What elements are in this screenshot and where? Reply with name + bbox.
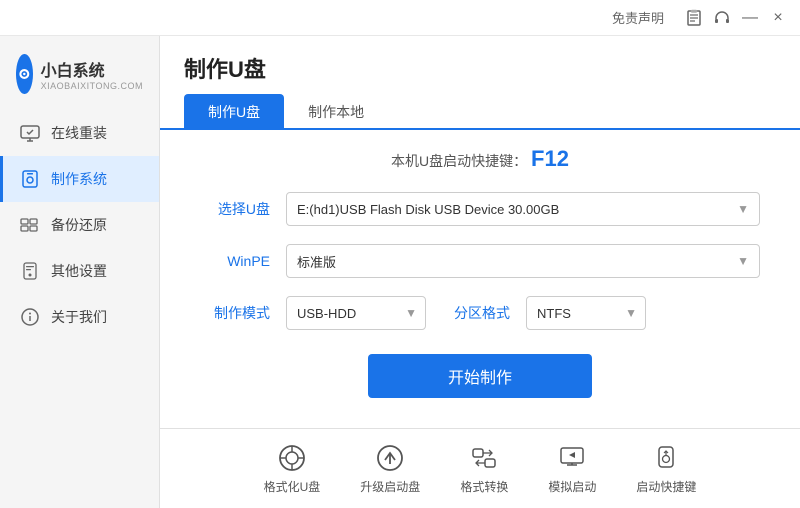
partition-label: 分区格式 xyxy=(450,303,510,323)
mode-group: 制作模式 USB-HDD ▼ xyxy=(200,296,426,330)
boot-shortcut-icon xyxy=(650,442,682,474)
other-settings-icon xyxy=(19,260,41,282)
mode-partition-row: 制作模式 USB-HDD ▼ 分区格式 NTFS ▼ xyxy=(200,296,760,330)
usb-select-value: E:(hd1)USB Flash Disk USB Device 30.00GB xyxy=(297,202,749,217)
sidebar-item-other-settings-label: 其他设置 xyxy=(51,261,107,281)
sidebar-item-other-settings[interactable]: 其他设置 xyxy=(0,248,159,294)
page-header: 制作U盘 xyxy=(160,36,800,92)
winpe-dropdown[interactable]: 标准版 ▼ xyxy=(286,244,760,278)
app-body: 小白系统 XIAOBAIXITONG.COM 在线重装 xyxy=(0,36,800,508)
toolbar-upgrade-boot[interactable]: 升级启动盘 xyxy=(360,442,420,495)
sidebar-item-online-reinstall-label: 在线重装 xyxy=(51,123,107,143)
headset-icon[interactable] xyxy=(708,4,736,32)
mode-value: USB-HDD xyxy=(297,306,356,321)
toolbar-format-usb[interactable]: 格式化U盘 xyxy=(264,442,321,495)
toolbar-format-convert-label: 格式转换 xyxy=(460,478,508,495)
winpe-value: 标准版 xyxy=(297,252,749,271)
simulate-boot-icon xyxy=(556,442,588,474)
sidebar-item-backup-restore[interactable]: 备份还原 xyxy=(0,202,159,248)
online-reinstall-icon xyxy=(19,122,41,144)
form-area: 本机U盘启动快捷键： F12 选择U盘 E:(hd1)USB Flash Dis… xyxy=(160,146,800,428)
tab-make-local[interactable]: 制作本地 xyxy=(284,94,388,130)
mode-dropdown[interactable]: USB-HDD ▼ xyxy=(286,296,426,330)
toolbar-boot-shortcut-label: 启动快捷键 xyxy=(636,478,696,495)
content-area: 制作U盘 制作U盘 制作本地 本机U盘启动快捷键： F12 选择U盘 E:(hd… xyxy=(160,36,800,508)
format-convert-icon xyxy=(468,442,500,474)
shortcut-hint-text: 本机U盘启动快捷键： xyxy=(391,153,527,169)
usb-dropdown-arrow-icon: ▼ xyxy=(737,202,749,216)
partition-value: NTFS xyxy=(537,306,571,321)
usb-select-dropdown[interactable]: E:(hd1)USB Flash Disk USB Device 30.00GB… xyxy=(286,192,760,226)
winpe-row: WinPE 标准版 ▼ xyxy=(200,244,760,278)
logo-sub-text: XIAOBAIXITONG.COM xyxy=(41,81,143,91)
usb-label: 选择U盘 xyxy=(200,199,270,219)
make-system-icon xyxy=(19,168,41,190)
clipboard-icon[interactable] xyxy=(680,4,708,32)
toolbar-format-usb-label: 格式化U盘 xyxy=(264,478,321,495)
sidebar-item-make-system-label: 制作系统 xyxy=(51,169,107,189)
sidebar-item-about-us[interactable]: 关于我们 xyxy=(0,294,159,340)
mode-label: 制作模式 xyxy=(200,303,270,323)
winpe-label: WinPE xyxy=(200,253,270,269)
about-us-icon xyxy=(19,306,41,328)
mode-dropdown-arrow-icon: ▼ xyxy=(405,306,417,320)
sidebar-item-backup-restore-label: 备份还原 xyxy=(51,215,107,235)
logo-area: 小白系统 XIAOBAIXITONG.COM xyxy=(0,44,159,110)
logo-text: 小白系统 XIAOBAIXITONG.COM xyxy=(41,57,143,91)
partition-group: 分区格式 NTFS ▼ xyxy=(450,296,646,330)
titlebar: 免责声明 — × xyxy=(0,0,800,36)
toolbar-simulate-boot-label: 模拟启动 xyxy=(548,478,596,495)
sidebar-item-online-reinstall[interactable]: 在线重装 xyxy=(0,110,159,156)
shortcut-hint: 本机U盘启动快捷键： F12 xyxy=(200,146,760,172)
shortcut-key-value: F12 xyxy=(531,146,569,171)
logo-main-text: 小白系统 xyxy=(41,57,143,81)
toolbar-boot-shortcut[interactable]: 启动快捷键 xyxy=(636,442,696,495)
toolbar-upgrade-boot-label: 升级启动盘 xyxy=(360,478,420,495)
sidebar-item-about-us-label: 关于我们 xyxy=(51,307,107,327)
bottom-toolbar: 格式化U盘 升级启动盘 xyxy=(160,428,800,508)
partition-dropdown-arrow-icon: ▼ xyxy=(625,306,637,320)
minimize-button[interactable]: — xyxy=(736,4,764,32)
winpe-dropdown-arrow-icon: ▼ xyxy=(737,254,749,268)
free-statement-label[interactable]: 免责声明 xyxy=(612,8,664,27)
logo-icon xyxy=(16,54,33,94)
sidebar: 小白系统 XIAOBAIXITONG.COM 在线重装 xyxy=(0,36,160,508)
toolbar-simulate-boot[interactable]: 模拟启动 xyxy=(548,442,596,495)
close-button[interactable]: × xyxy=(764,4,792,32)
backup-restore-icon xyxy=(19,214,41,236)
tabs: 制作U盘 制作本地 xyxy=(160,92,800,130)
partition-dropdown[interactable]: NTFS ▼ xyxy=(526,296,646,330)
page-title: 制作U盘 xyxy=(184,52,266,84)
upgrade-boot-icon xyxy=(374,442,406,474)
sidebar-item-make-system[interactable]: 制作系统 xyxy=(0,156,159,202)
toolbar-format-convert[interactable]: 格式转换 xyxy=(460,442,508,495)
tab-make-usb[interactable]: 制作U盘 xyxy=(184,94,284,130)
usb-select-row: 选择U盘 E:(hd1)USB Flash Disk USB Device 30… xyxy=(200,192,760,226)
start-make-button[interactable]: 开始制作 xyxy=(368,354,592,398)
format-usb-icon xyxy=(276,442,308,474)
